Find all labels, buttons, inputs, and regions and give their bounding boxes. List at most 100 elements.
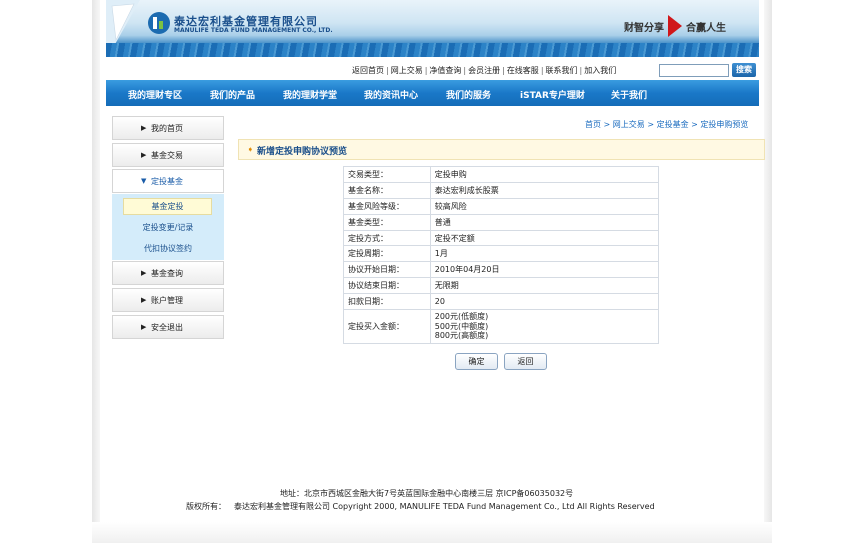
banner-waves [106,43,759,57]
top-links: 返回首页 | 网上交易 | 净值查询 | 会员注册 | 在线客服 | 联系我们 | 加入我们 [352,65,616,76]
triangle-right-icon: ▶ [141,269,147,277]
copyright-text: 泰达宏利基金管理有限公司 Copyright 2000, MANULIFE TE… [234,502,655,511]
nav-products[interactable]: 我们的产品 [210,88,255,101]
toplink-separator: | [386,66,389,75]
sidebar-item-label: 安全退出 [151,323,183,332]
table-row: 扣款日期： 20 [343,293,660,311]
table-row: 基金名称： 泰达宏利成长股票 [343,181,660,199]
row-label: 基金名称： [343,181,431,199]
sidebar-item-label: 基金交易 [151,151,183,160]
breadcrumb: 首页 > 网上交易 > 定投基金 > 定投申购预览 [585,119,748,130]
row-value: 较高风险 [429,197,660,215]
page-bottom [92,522,772,543]
footer-address: 地址：北京市西城区金融大街7号英蓝国际金融中心南楼三层 京ICP备0603503… [280,489,574,498]
row-value: 2010年04月20日 [429,261,660,279]
company-logo-icon [148,12,170,34]
nav-school[interactable]: 我的理财学堂 [283,88,337,101]
page-title: 新增定投申购协议预览 [257,147,348,157]
toplink-separator: | [540,66,544,75]
sidebar-item-label: 定投基金 [151,177,183,186]
toplink-separator: | [579,66,583,75]
row-value: 200元(低额度) 500元(中额度) 800元(高额度) [429,309,660,345]
amount-low: 200元(低额度) [434,312,489,322]
nav-info-center[interactable]: 我的资讯中心 [364,88,418,101]
confirm-button[interactable]: 确定 [455,353,498,370]
nav-istar[interactable]: iSTAR专户理财 [520,88,585,101]
row-value: 20 [429,293,660,311]
sidebar-item-fund-query[interactable]: ▶ 基金查询 [112,261,224,285]
sidebar-item-logout[interactable]: ▶ 安全退出 [112,315,224,339]
toplink-register[interactable]: 会员注册 [468,66,500,75]
slogan-left: 财智分享 [624,23,664,34]
sidebar-item-account[interactable]: ▶ 账户管理 [112,288,224,312]
breadcrumb-home[interactable]: 首页 [585,120,601,129]
arrow-bullet-icon: ➧ [247,145,254,154]
table-row: 协议结束日期： 无限期 [343,277,660,295]
triangle-right-icon: ▶ [141,296,147,304]
slogan: 财智分享 合赢人生 [624,15,726,39]
row-value: 定投申购 [429,166,660,183]
back-button[interactable]: 返回 [504,353,547,370]
breadcrumb-separator: > [647,120,655,129]
table-row: 定投方式： 定投不定额 [343,229,660,247]
sidebar-item-label: 基金查询 [151,269,183,278]
toplink-separator: | [502,66,505,75]
main-nav: 我的理财专区 我们的产品 我的理财学堂 我的资讯中心 我们的服务 iSTAR专户… [106,80,759,106]
submenu-item-change-record[interactable]: 定投变更/记录 [112,222,224,233]
search-button[interactable]: 搜索 [732,63,756,77]
row-value: 泰达宏利成长股票 [429,181,660,199]
sidebar-item-label: 我的首页 [151,124,183,133]
sidebar-item-fund-trade[interactable]: ▶ 基金交易 [112,143,224,167]
toplink-join[interactable]: 加入我们 [584,66,616,75]
breadcrumb-fixed-invest[interactable]: 定投基金 [657,120,689,129]
company-name-en: MANULIFE TEDA FUND MANAGEMENT CO., LTD. [174,27,333,34]
toplink-contact[interactable]: 联系我们 [546,66,578,75]
row-value: 1月 [429,245,660,263]
footer: 地址：北京市西城区金融大街7号英蓝国际金融中心南楼三层 京ICP备0603503… [92,484,772,524]
table-row: 基金风险等级： 较高风险 [343,197,660,215]
sidebar-submenu: 基金定投 定投变更/记录 代扣协议签约 [112,194,224,260]
amount-high: 800元(高额度) [434,331,489,341]
slogan-arrow-icon [668,15,682,37]
row-label: 基金类型： [343,213,431,231]
amount-mid: 500元(中额度) [434,321,489,331]
toplink-separator: | [463,66,467,75]
header-banner: 泰达宏利基金管理有限公司 MANULIFE TEDA FUND MANAGEME… [106,0,759,57]
row-value: 无限期 [429,277,660,295]
row-label: 定投方式： [343,229,431,247]
row-label: 定投买入金额： [343,309,431,345]
breadcrumb-separator: > [603,120,611,129]
toplink-online-service[interactable]: 在线客服 [507,66,539,75]
triangle-right-icon: ▶ [141,124,147,132]
row-label: 基金风险等级： [343,197,431,215]
submenu-item-withhold-agreement[interactable]: 代扣协议签约 [112,243,224,254]
submenu-item-fund-fixed-invest[interactable]: 基金定投 [123,198,212,215]
triangle-right-icon: ▶ [141,323,147,331]
breadcrumb-online-trade[interactable]: 网上交易 [613,120,645,129]
page-frame-left [92,0,100,543]
row-value: 普通 [429,213,660,231]
top-links-bar: 返回首页 | 网上交易 | 净值查询 | 会员注册 | 在线客服 | 联系我们 | 加入我们 搜索 [106,62,759,78]
row-label: 协议结束日期： [343,277,431,295]
table-row: 定投周期： 1月 [343,245,660,263]
sidebar-item-fixed-invest[interactable]: ▼ 定投基金 [112,169,224,193]
table-row: 定投买入金额： 200元(低额度) 500元(中额度) 800元(高额度) [343,309,660,345]
sidebar-item-label: 账户管理 [151,296,183,305]
section-header: ➧ 新增定投申购协议预览 [238,139,765,160]
nav-my-finance[interactable]: 我的理财专区 [128,88,182,101]
sidebar-item-home[interactable]: ▶ 我的首页 [112,116,224,140]
breadcrumb-current: 定投申购预览 [700,120,749,129]
copyright-label: 版权所有： [186,502,226,511]
toplink-separator: | [424,66,428,75]
toplink-home[interactable]: 返回首页 [352,66,384,75]
footer-copyright: 版权所有： 泰达宏利基金管理有限公司 Copyright 2000, MANULI… [186,501,655,512]
nav-about[interactable]: 关于我们 [611,88,647,101]
search-input[interactable] [659,64,729,77]
nav-services[interactable]: 我们的服务 [446,88,491,101]
triangle-right-icon: ▶ [141,151,147,159]
row-label: 协议开始日期： [343,261,431,279]
row-label: 定投周期： [343,245,431,263]
toplink-online-trade[interactable]: 网上交易 [391,66,423,75]
toplink-nav-query[interactable]: 净值查询 [429,66,461,75]
breadcrumb-separator: > [691,120,698,129]
